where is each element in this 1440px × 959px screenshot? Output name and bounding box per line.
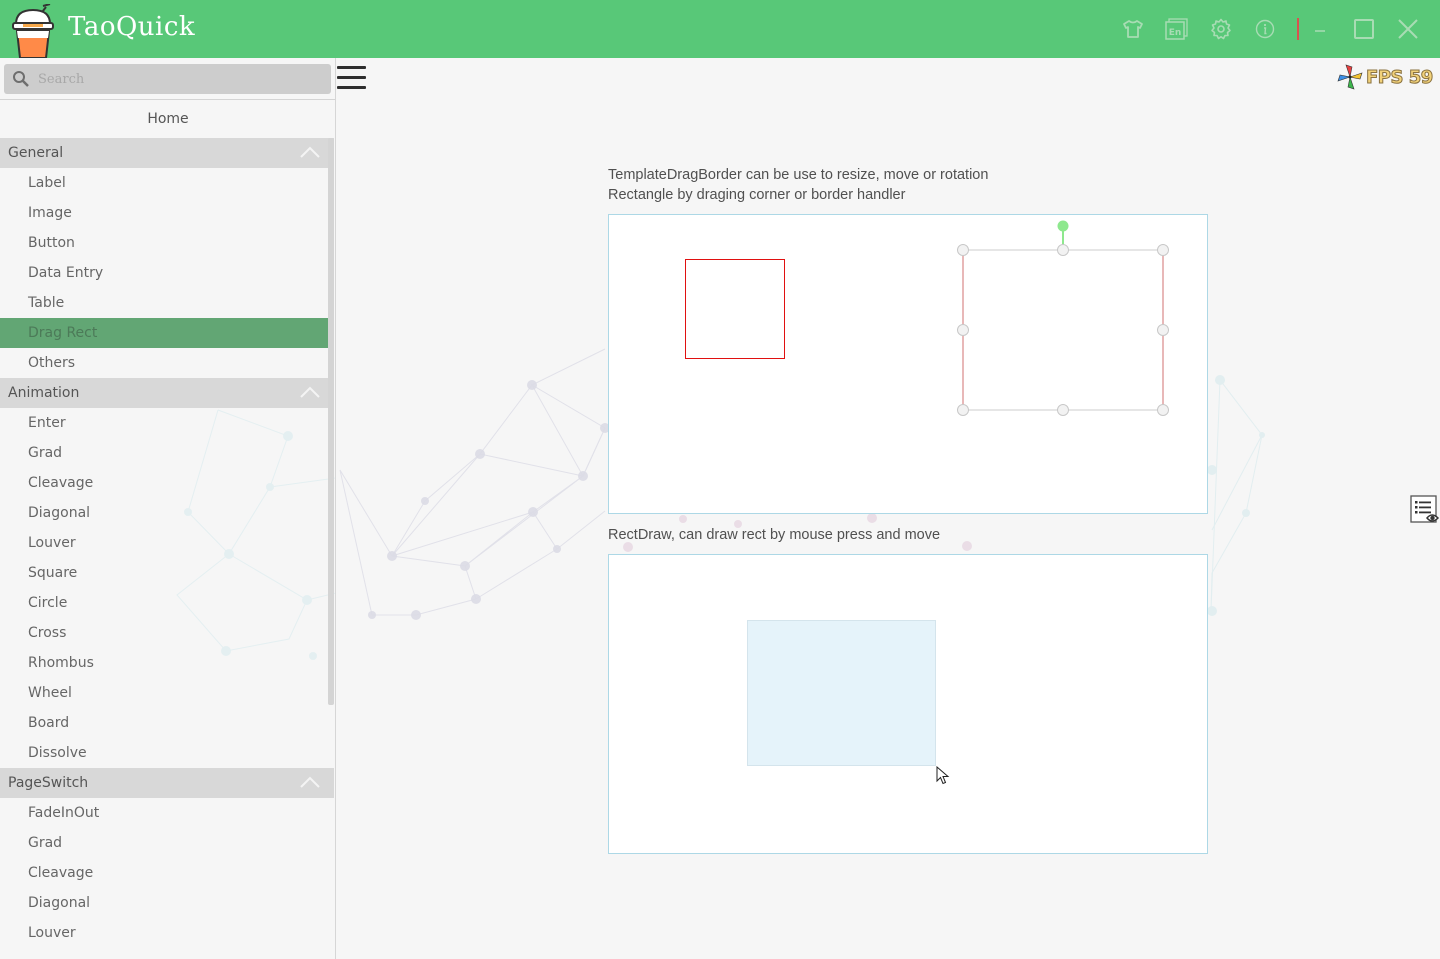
rect-draw-description: RectDraw, can draw rect by mouse press a… bbox=[608, 527, 941, 543]
nav-item-circle[interactable]: Circle bbox=[0, 588, 328, 618]
minimize-button[interactable] bbox=[1308, 17, 1332, 41]
home-button[interactable]: Home bbox=[0, 99, 335, 138]
nav-group-label: Animation bbox=[8, 385, 80, 401]
nav-item-image[interactable]: Image bbox=[0, 198, 328, 228]
sidebar-scrollbar[interactable] bbox=[328, 138, 334, 705]
nav-group-general[interactable]: General bbox=[0, 138, 334, 168]
close-button[interactable] bbox=[1396, 17, 1420, 41]
minimize-icon bbox=[1315, 30, 1325, 32]
search-input[interactable] bbox=[36, 64, 326, 94]
nav-item-button[interactable]: Button bbox=[0, 228, 328, 258]
nav-item-rhombus[interactable]: Rhombus bbox=[0, 648, 328, 678]
app-title: TaoQuick bbox=[68, 12, 196, 42]
tshirt-icon bbox=[1123, 20, 1143, 38]
nav-item-grad[interactable]: Grad bbox=[0, 438, 328, 468]
nav-group-animation[interactable]: Animation bbox=[0, 378, 334, 408]
nav-item-cleavage[interactable]: Cleavage bbox=[0, 468, 328, 498]
draggable-rect[interactable] bbox=[685, 259, 785, 359]
maximize-button[interactable] bbox=[1352, 17, 1376, 41]
language-button[interactable]: En bbox=[1165, 17, 1189, 41]
sidebar: Home General Label Image Button Data Ent… bbox=[0, 58, 336, 959]
selected-rect-with-handles[interactable] bbox=[953, 215, 1173, 425]
chevron-up-icon bbox=[300, 146, 320, 158]
drag-border-panel bbox=[608, 214, 1208, 514]
skin-button[interactable] bbox=[1121, 17, 1145, 41]
nav-item-louver[interactable]: Louver bbox=[0, 918, 328, 948]
menu-toggle-button[interactable] bbox=[337, 64, 367, 92]
resize-handle-bottom-left bbox=[957, 404, 969, 416]
bubble-tea-cup-icon bbox=[12, 4, 54, 58]
resize-handle-top-left bbox=[957, 244, 969, 256]
settings-button[interactable] bbox=[1209, 17, 1233, 41]
nav-item-others[interactable]: Others bbox=[0, 348, 328, 378]
title-bar-separator bbox=[1297, 18, 1299, 40]
nav-item-fadeinout[interactable]: FadeInOut bbox=[0, 798, 328, 828]
mouse-cursor-icon bbox=[936, 766, 950, 785]
maximize-icon bbox=[1354, 19, 1374, 39]
resize-handle-right bbox=[1157, 324, 1169, 336]
content-view-toggle-button[interactable] bbox=[1408, 494, 1440, 526]
drag-border-description-line1: TemplateDragBorder can be use to resize,… bbox=[608, 167, 989, 183]
nav-item-drag-rect[interactable]: Drag Rect bbox=[0, 318, 328, 348]
resize-handle-left bbox=[957, 324, 969, 336]
rotate-handle bbox=[1057, 220, 1069, 232]
fps-label: FPS 59 bbox=[1366, 66, 1434, 88]
nav-item-data-entry[interactable]: Data Entry bbox=[0, 258, 328, 288]
pinwheel-icon bbox=[1337, 64, 1363, 90]
nav-item-enter[interactable]: Enter bbox=[0, 408, 328, 438]
drag-border-description: TemplateDragBorder can be use to resize,… bbox=[608, 165, 988, 205]
title-bar: TaoQuick En bbox=[0, 0, 1440, 58]
hamburger-icon bbox=[337, 66, 366, 69]
resize-handle-bottom-right bbox=[1157, 404, 1169, 416]
nav-item-label[interactable]: Label bbox=[0, 168, 328, 198]
nav-item-cross[interactable]: Cross bbox=[0, 618, 328, 648]
nav-item-louver[interactable]: Louver bbox=[0, 528, 328, 558]
nav-group-label: PageSwitch bbox=[8, 775, 89, 791]
resize-handle-top bbox=[1057, 244, 1069, 256]
nav-item-table[interactable]: Table bbox=[0, 288, 328, 318]
drawn-rect[interactable] bbox=[747, 620, 936, 766]
close-icon bbox=[1398, 19, 1418, 39]
resize-handle-bottom bbox=[1057, 404, 1069, 416]
search-box bbox=[4, 64, 331, 94]
nav-item-square[interactable]: Square bbox=[0, 558, 328, 588]
nav-item-diagonal[interactable]: Diagonal bbox=[0, 498, 328, 528]
svg-text:En: En bbox=[1169, 28, 1182, 38]
rect-draw-canvas[interactable] bbox=[608, 554, 1208, 854]
fps-indicator: FPS 59 bbox=[1336, 62, 1434, 92]
drag-border-description-line2: Rectangle by draging corner or border ha… bbox=[608, 187, 906, 203]
nav-tree: General Label Image Button Data Entry Ta… bbox=[0, 138, 335, 948]
nav-group-label: General bbox=[8, 145, 64, 161]
nav-item-grad[interactable]: Grad bbox=[0, 828, 328, 858]
info-icon bbox=[1255, 19, 1275, 39]
chevron-up-icon bbox=[300, 386, 320, 398]
gear-icon bbox=[1211, 18, 1231, 40]
nav-group-pageswitch[interactable]: PageSwitch bbox=[0, 768, 334, 798]
nav-item-board[interactable]: Board bbox=[0, 708, 328, 738]
list-view-icon bbox=[1410, 495, 1440, 523]
nav-item-cleavage[interactable]: Cleavage bbox=[0, 858, 328, 888]
about-button[interactable] bbox=[1253, 17, 1277, 41]
language-en-icon: En bbox=[1165, 18, 1188, 40]
nav-item-diagonal[interactable]: Diagonal bbox=[0, 888, 328, 918]
nav-item-wheel[interactable]: Wheel bbox=[0, 678, 328, 708]
nav-item-dissolve[interactable]: Dissolve bbox=[0, 738, 328, 768]
search-icon bbox=[13, 71, 29, 87]
resize-handle-top-right bbox=[1157, 244, 1169, 256]
chevron-up-icon bbox=[300, 776, 320, 788]
